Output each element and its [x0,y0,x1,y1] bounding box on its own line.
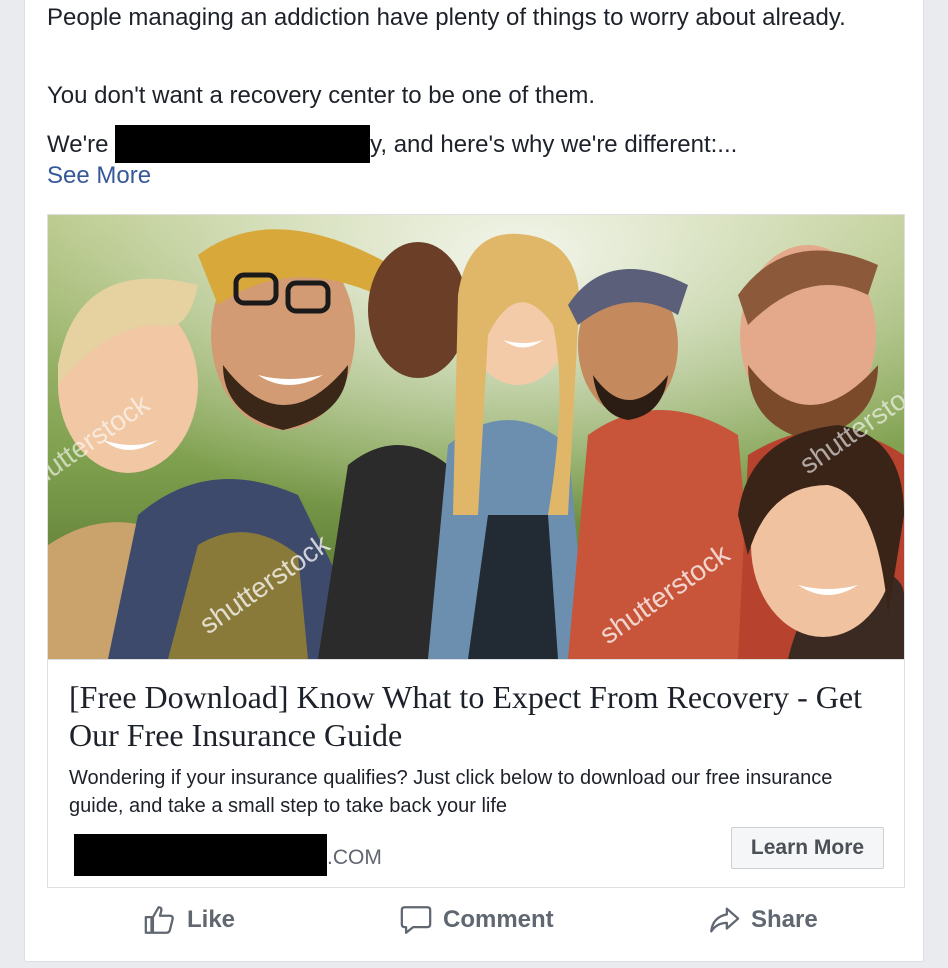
link-description: Wondering if your insurance qualifies? J… [69,767,833,817]
feed-post-card: People managing an addiction have plenty… [24,0,924,962]
like-label: Like [187,906,236,933]
share-button[interactable]: Share [707,903,818,937]
like-button[interactable]: Like [143,903,235,937]
link-domain-suffix: .COM [327,846,382,869]
comment-label: Comment [443,906,554,933]
hero-photo[interactable]: shutterstock shutterstock shutterstock s… [48,215,904,659]
see-more-link[interactable]: See More [47,159,151,193]
post-text-line-3: We're y, and here's why we're different:… [47,125,737,163]
redacted-domain-block [74,834,327,876]
learn-more-button[interactable]: Learn More [731,827,884,869]
share-arrow-icon [710,907,740,933]
post-text-line-1: People managing an addiction have plenty… [47,4,846,31]
post-text-line-2: You don't want a recovery center to be o… [47,82,596,109]
speech-bubble-icon [400,906,432,934]
link-details[interactable]: [Free Download] Know What to Expect From… [48,659,904,888]
link-preview[interactable]: shutterstock shutterstock shutterstock s… [47,214,905,888]
redacted-name-block [115,125,371,163]
comment-button[interactable]: Comment [399,903,554,937]
post-actions-bar: Like Comment Share [25,897,923,951]
thumbs-up-icon [144,906,174,934]
share-label: Share [751,906,818,933]
group-selfie-photo: shutterstock shutterstock shutterstock s… [48,215,904,659]
post-text-line-3-prefix: We're [47,131,116,158]
post-text-line-3-suffix: y, and here's why we're different:... [370,131,738,158]
link-headline[interactable]: [Free Download] Know What to Expect From… [69,678,889,754]
